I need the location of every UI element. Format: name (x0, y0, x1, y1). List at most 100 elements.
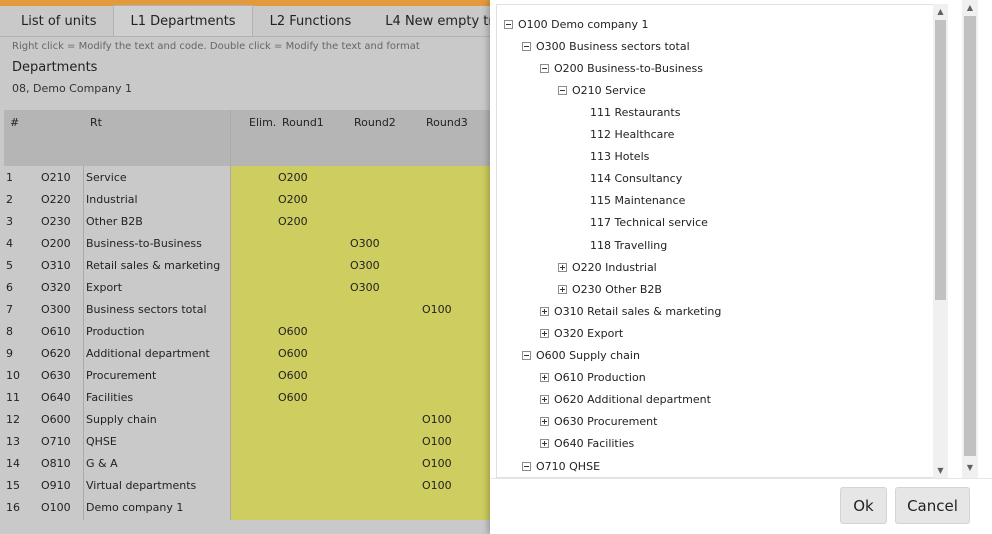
table-row[interactable]: 8 O610 Production O600 (4, 320, 490, 342)
scroll-down-icon[interactable]: ▼ (965, 463, 975, 473)
tree-node[interactable]: 113 Hotels (576, 147, 649, 167)
table-row[interactable]: 15 O910 Virtual departments O100 (4, 474, 490, 496)
row-number: 10 (6, 369, 20, 382)
tree-node[interactable]: 117 Technical service (576, 213, 708, 233)
tree-node[interactable]: O230 Other B2B (558, 279, 662, 299)
tree-node[interactable]: 114 Consultancy (576, 169, 682, 189)
table-row[interactable]: 6 O320 Export O300 (4, 276, 490, 298)
tree-node[interactable]: 115 Maintenance (576, 191, 685, 211)
table-row[interactable]: 4 O200 Business-to-Business O300 (4, 232, 490, 254)
row-number: 4 (6, 237, 13, 250)
row-name: Demo company 1 (86, 501, 184, 514)
scroll-thumb[interactable] (935, 20, 946, 300)
table-row[interactable]: 12 O600 Supply chain O100 (4, 408, 490, 430)
collapse-icon[interactable] (522, 351, 531, 360)
row-code: O600 (41, 413, 71, 426)
table-row[interactable]: 1 O210 Service O200 (4, 166, 490, 188)
tree-node-label: 117 Technical service (590, 216, 708, 230)
row-name: QHSE (86, 435, 117, 448)
header-elim[interactable]: Elim. (249, 116, 276, 129)
cancel-button[interactable]: Cancel (895, 487, 970, 524)
tab-list-of-units[interactable]: List of units (4, 5, 113, 37)
header-round1[interactable]: Round1 (282, 116, 324, 129)
expand-icon[interactable] (540, 439, 549, 449)
row-code: O610 (41, 325, 71, 338)
tree-node-label: 111 Restaurants (590, 105, 681, 119)
table-row[interactable]: 11 O640 Facilities O600 (4, 386, 490, 408)
table-row[interactable]: 9 O620 Additional department O600 (4, 342, 490, 364)
tab-bar: List of units L1 Departments L2 Function… (4, 5, 526, 37)
tree-node[interactable]: 112 Healthcare (576, 125, 674, 145)
expand-icon[interactable] (558, 262, 567, 272)
row-code: O210 (41, 171, 71, 184)
row-number: 2 (6, 193, 13, 206)
header-num[interactable]: # (10, 116, 19, 129)
row-name: Facilities (86, 391, 134, 404)
row-code: O320 (41, 281, 71, 294)
expand-icon[interactable] (540, 306, 549, 316)
table-row[interactable]: 3 O230 Other B2B O200 (4, 210, 490, 232)
row-code: O630 (41, 369, 71, 382)
tree-node[interactable]: O200 Business-to-Business (540, 58, 703, 78)
departments-grid: # Rt Elim. Round1 Round2 Round3 1 O210 Ser… (4, 110, 490, 520)
row-name: Additional department (86, 347, 210, 360)
table-row[interactable]: 13 O710 QHSE O100 (4, 430, 490, 452)
row-number: 6 (6, 281, 13, 294)
row-number: 11 (6, 391, 20, 404)
tree-node-label: O310 Retail sales & marketing (554, 304, 722, 318)
table-row[interactable]: 10 O630 Procurement O600 (4, 364, 490, 386)
collapse-icon[interactable] (540, 63, 549, 73)
tree-node[interactable]: O210 Service (558, 80, 646, 100)
tree-node[interactable]: O300 Business sectors total (522, 36, 690, 56)
collapse-icon[interactable] (558, 85, 567, 95)
ok-button[interactable]: Ok (840, 487, 887, 524)
collapse-icon[interactable] (522, 461, 531, 471)
tree-node[interactable]: O220 Industrial (558, 257, 657, 277)
scroll-up-icon[interactable]: ▲ (965, 3, 975, 13)
row-round3: O100 (422, 413, 452, 426)
collapse-icon[interactable] (522, 41, 531, 51)
expand-icon[interactable] (540, 395, 549, 405)
tree-node[interactable]: O640 Facilities (540, 434, 634, 454)
tree-node[interactable]: O310 Retail sales & marketing (540, 301, 721, 321)
header-round2[interactable]: Round2 (354, 116, 396, 129)
tree-node[interactable]: O710 QHSE (522, 456, 600, 476)
expand-icon[interactable] (540, 373, 549, 383)
collapse-icon[interactable] (504, 19, 513, 29)
row-name: Other B2B (86, 215, 143, 228)
tree-node-label: O630 Procurement (554, 415, 658, 429)
table-row[interactable]: 5 O310 Retail sales & marketing O300 (4, 254, 490, 276)
tree-node[interactable]: O610 Production (540, 368, 646, 388)
tree-node[interactable]: 111 Restaurants (576, 102, 680, 122)
table-row[interactable]: 16 O100 Demo company 1 (4, 496, 490, 518)
row-code: O300 (41, 303, 71, 316)
tree-node[interactable]: O320 Export (540, 323, 623, 343)
row-code: O620 (41, 347, 71, 360)
header-round3[interactable]: Round3 (426, 116, 468, 129)
tree-node-label: 113 Hotels (590, 150, 650, 164)
tree-node[interactable]: O630 Procurement (540, 412, 657, 432)
dialog-scrollbar[interactable]: ▲ ▼ (962, 0, 978, 478)
table-row[interactable]: 2 O220 Industrial O200 (4, 188, 490, 210)
tree-node[interactable]: O600 Supply chain (522, 346, 640, 366)
table-row[interactable]: 7 O300 Business sectors total O100 (4, 298, 490, 320)
tree-node[interactable]: 118 Travelling (576, 235, 667, 255)
tree-node[interactable]: O620 Additional department (540, 390, 711, 410)
scroll-down-icon[interactable]: ▼ (936, 466, 945, 475)
row-name: Virtual departments (86, 479, 197, 492)
row-number: 16 (6, 501, 20, 514)
expand-icon[interactable] (540, 417, 549, 427)
row-name: Supply chain (86, 413, 157, 426)
row-name: Export (86, 281, 123, 294)
tab-l2-functions[interactable]: L2 Functions (253, 5, 369, 37)
scroll-thumb[interactable] (964, 16, 976, 456)
tree-scrollbar[interactable]: ▲ ▼ (933, 4, 948, 478)
expand-icon[interactable] (558, 284, 567, 294)
expand-icon[interactable] (540, 328, 549, 338)
header-rt[interactable]: Rt (90, 116, 102, 129)
tab-l1-departments[interactable]: L1 Departments (113, 5, 253, 37)
row-number: 3 (6, 215, 13, 228)
tree-node[interactable]: O100 Demo company 1 (504, 14, 649, 34)
scroll-up-icon[interactable]: ▲ (936, 7, 945, 16)
table-row[interactable]: 14 O810 G & A O100 (4, 452, 490, 474)
